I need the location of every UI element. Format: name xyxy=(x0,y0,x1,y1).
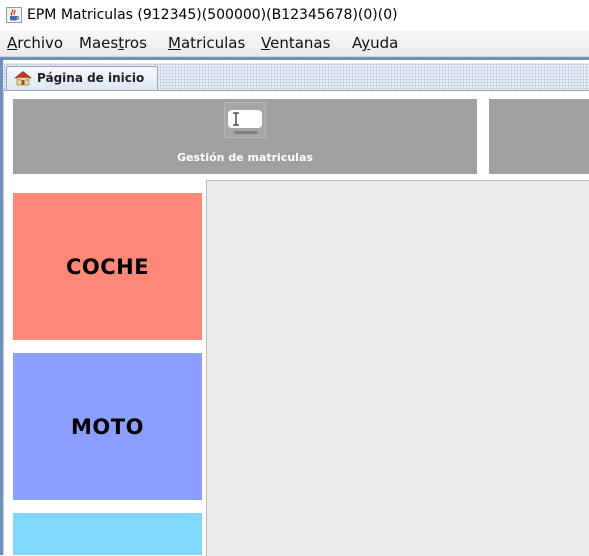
vehicle-label-coche: COCHE xyxy=(65,254,150,279)
menu-ayuda[interactable]: Ayuda xyxy=(352,34,398,52)
title-bar: EPM Matriculas (912345)(500000)(B1234567… xyxy=(0,0,589,31)
vehicle-card-coche[interactable]: COCHE xyxy=(13,193,202,340)
menu-ventanas[interactable]: Ventanas xyxy=(261,34,330,52)
tab-pagina-inicio[interactable]: Página de inicio xyxy=(6,66,158,90)
main-panel xyxy=(206,180,589,556)
vehicle-label-moto: MOTO xyxy=(71,414,144,439)
home-icon xyxy=(14,71,32,86)
menu-maestros[interactable]: Maestros xyxy=(79,34,147,52)
window-title: EPM Matriculas (912345)(500000)(B1234567… xyxy=(27,7,398,23)
gestion-matriculas-button[interactable]: Gestión de matriculas xyxy=(13,99,477,174)
internal-frame: Página de inicio Gestión de matriculas C… xyxy=(0,57,589,556)
toolbar-card-2[interactable] xyxy=(489,99,589,174)
license-plate-icon xyxy=(224,102,266,138)
menu-matriculas[interactable]: Matriculas xyxy=(168,34,245,52)
text-cursor-icon xyxy=(233,112,239,126)
menu-archivo[interactable]: Archivo xyxy=(7,34,63,52)
vehicle-card-moto[interactable]: MOTO xyxy=(13,353,202,500)
gestion-matriculas-label: Gestión de matriculas xyxy=(177,151,313,164)
vehicle-card-third[interactable] xyxy=(13,513,202,555)
home-content: Gestión de matriculas COCHE MOTO xyxy=(3,91,589,556)
tab-strip: Página de inicio xyxy=(3,63,589,91)
tab-label: Página de inicio xyxy=(37,71,145,85)
menu-bar: Archivo Maestros Matriculas Ventanas Ayu… xyxy=(0,31,589,57)
java-cup-icon xyxy=(6,7,22,23)
